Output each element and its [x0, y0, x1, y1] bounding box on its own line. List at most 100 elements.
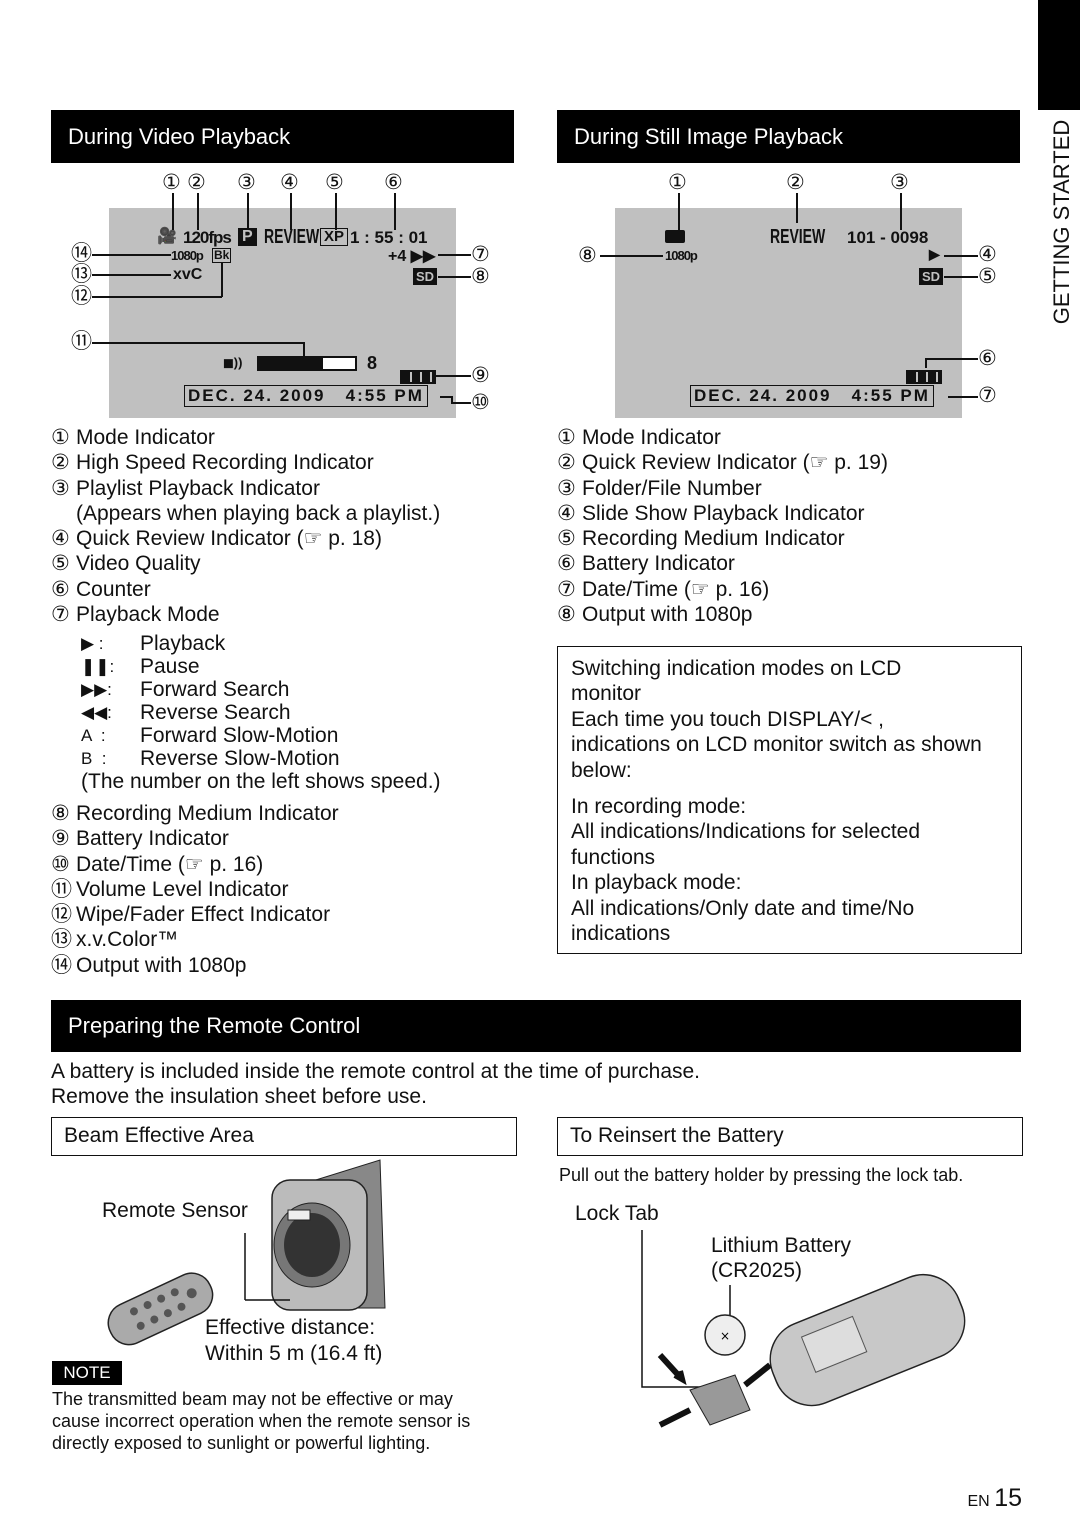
callout: ⑫	[71, 285, 92, 308]
playback-mode-symbol: ▶ :	[81, 634, 104, 653]
item-text: Mode Indicator	[76, 426, 215, 449]
item-text: Video Quality	[76, 552, 201, 576]
manual-page: GETTING STARTED During Video Playback Du…	[0, 0, 1080, 1535]
note-line: The transmitted beam may not be effectiv…	[52, 1389, 453, 1409]
item-number: ③	[557, 476, 576, 500]
callout: ⑥	[978, 347, 997, 370]
item-text: Mode Indicator	[582, 426, 721, 449]
still-playback-title: During Still Image Playback	[574, 123, 844, 149]
video-indicator-list: ① Mode Indicator ② High Speed Recording Ind…	[51, 425, 440, 627]
list-item: ② High Speed Recording Indicator	[51, 450, 440, 475]
camcorder-illustration	[271, 1159, 386, 1311]
playback-mode-label: Pause	[140, 655, 200, 678]
arrow-icon	[657, 1352, 687, 1386]
playback-mode-label: Forward Search	[140, 678, 290, 701]
callout: ③	[237, 171, 256, 194]
item-number: ④	[51, 527, 70, 551]
item-number: ①	[51, 426, 70, 449]
item-number: ⑫	[51, 903, 72, 927]
xvcolor-indicator: xvC	[173, 266, 203, 283]
playback-mode-symbol: ▶▶:	[81, 680, 112, 699]
item-number: ⑤	[557, 527, 576, 551]
medium-sd: SD	[919, 268, 944, 285]
playback-mode-item: ▶▶: Forward Search	[81, 678, 441, 701]
list-item: ⑤ Recording Medium Indicator	[557, 526, 888, 551]
info-line: Each time you touch DISPLAY/< ,	[571, 707, 885, 731]
still-indicator-list: ① Mode Indicator ② Quick Review Indicator (…	[557, 425, 888, 627]
volume-level-bar	[257, 356, 357, 371]
callout: ⑧	[471, 265, 490, 288]
remote-intro-line: Remove the insulation sheet before use.	[51, 1085, 427, 1108]
playback-mode-symbol: ❚❚:	[81, 657, 115, 676]
item-text: Wipe/Fader Effect Indicator	[76, 903, 331, 927]
effective-distance-label: Effective distance:	[205, 1316, 376, 1339]
remote-control-title: Preparing the Remote Control	[68, 1013, 361, 1038]
playlist-indicator: P	[238, 228, 257, 246]
item-number: ⑧	[557, 603, 576, 627]
callout: ⑨	[471, 364, 490, 387]
review-indicator: REVIEW	[770, 226, 826, 248]
output-1080p: 1080p	[171, 248, 204, 263]
page-number: 15	[994, 1484, 1022, 1512]
item-text: Playlist Playback Indicator	[76, 476, 320, 500]
remote-intro-line: A battery is included inside the remote …	[51, 1060, 701, 1083]
slideshow-indicator: ▶	[929, 246, 940, 262]
playback-mode-label: Reverse Search	[140, 701, 291, 724]
remote-control-illustration	[107, 1272, 214, 1346]
display-info-box: Switching indication modes on LCD monito…	[557, 646, 1022, 954]
item-number: ②	[51, 451, 70, 475]
volume-level-fill	[259, 358, 323, 369]
medium-sd: SD	[413, 268, 438, 285]
info-line: monitor	[571, 682, 642, 706]
info-line: indications on LCD monitor switch as sho…	[571, 733, 982, 757]
item-number: ④	[557, 501, 576, 525]
item-number: ⑤	[51, 552, 70, 576]
svg-text:×: ×	[720, 1329, 730, 1343]
playback-mode-item: ❚❚: Pause	[81, 655, 441, 678]
playback-mode-symbol: B :	[81, 749, 107, 768]
camera-icon	[665, 230, 685, 243]
list-item: ⑦ Playback Mode	[51, 602, 440, 627]
arrow-icon	[658, 1407, 692, 1428]
video-playback-screen: 🎥 120fps P REVIEW XP 1 : 55 : 01 1080p B…	[109, 208, 456, 418]
callout: ⑤	[325, 171, 344, 194]
volume-level-value: 8	[367, 353, 378, 373]
list-item: ① Mode Indicator	[51, 425, 440, 450]
review-indicator: REVIEW	[264, 226, 320, 248]
language-code: EN	[967, 1493, 990, 1510]
side-tab-block	[1038, 0, 1080, 110]
battery-icon	[400, 370, 436, 384]
effective-distance-value: Within 5 m (16.4 ft)	[205, 1342, 383, 1365]
remote-control-header: Preparing the Remote Control	[51, 1000, 1021, 1052]
battery-reinsert-illustration: ×	[641, 1230, 966, 1428]
list-item: (Appears when playing back a playlist.)	[51, 501, 440, 526]
callout: ⑧	[578, 244, 597, 267]
item-number: ⑩	[51, 852, 70, 876]
speaker-icon: ◼))	[223, 355, 243, 370]
reinsert-box: To Reinsert the Battery	[557, 1117, 1023, 1156]
info-line: indications	[571, 922, 671, 946]
item-number: ⑬	[51, 928, 72, 952]
lock-tab-label: Lock Tab	[575, 1202, 659, 1225]
callout: ⑦	[471, 243, 490, 266]
item-text: Counter	[76, 577, 151, 601]
playback-mode-symbol: ◀◀:	[81, 703, 112, 722]
callout: ③	[890, 171, 909, 194]
callout: ⑤	[978, 265, 997, 288]
battery-holder-icon	[689, 1374, 751, 1426]
item-text: Quick Review Indicator (☞ p. 19)	[582, 451, 888, 475]
folder-file-number: 101 - 0098	[847, 228, 929, 247]
reinsert-title: To Reinsert the Battery	[570, 1124, 784, 1147]
callout: ⑩	[471, 391, 490, 414]
list-item: ② Quick Review Indicator (☞ p. 19)	[557, 450, 888, 475]
video-indicator-list-2: ⑧ Recording Medium Indicator ⑨ Battery Indi…	[51, 801, 339, 978]
info-line: Switching indication modes on LCD	[571, 657, 902, 680]
item-text: High Speed Recording Indicator	[76, 451, 374, 475]
battery-icon	[906, 370, 942, 384]
callout: ①	[668, 171, 687, 194]
item-text: Output with 1080p	[582, 603, 753, 627]
item-text: Quick Review Indicator (☞ p. 18)	[76, 527, 382, 551]
info-line: All indications/Only date and time/No	[571, 896, 915, 920]
note-badge: NOTE	[52, 1361, 122, 1385]
item-number: ⑪	[51, 877, 72, 901]
